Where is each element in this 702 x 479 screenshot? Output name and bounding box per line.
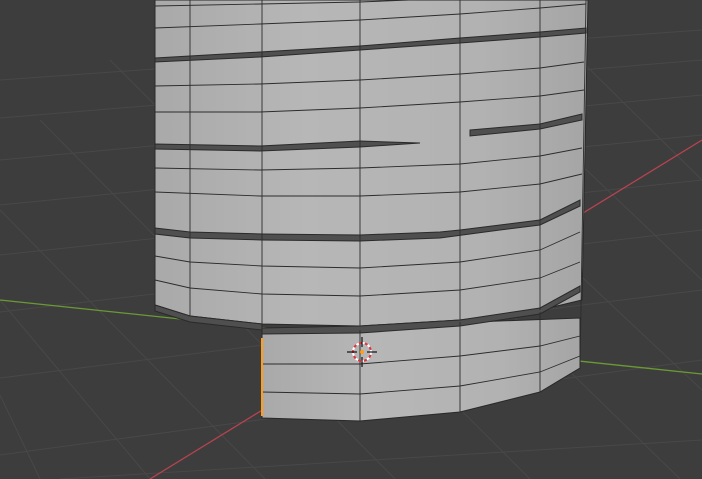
3d-viewport[interactable] — [0, 0, 702, 479]
viewport-canvas[interactable] — [0, 0, 702, 479]
